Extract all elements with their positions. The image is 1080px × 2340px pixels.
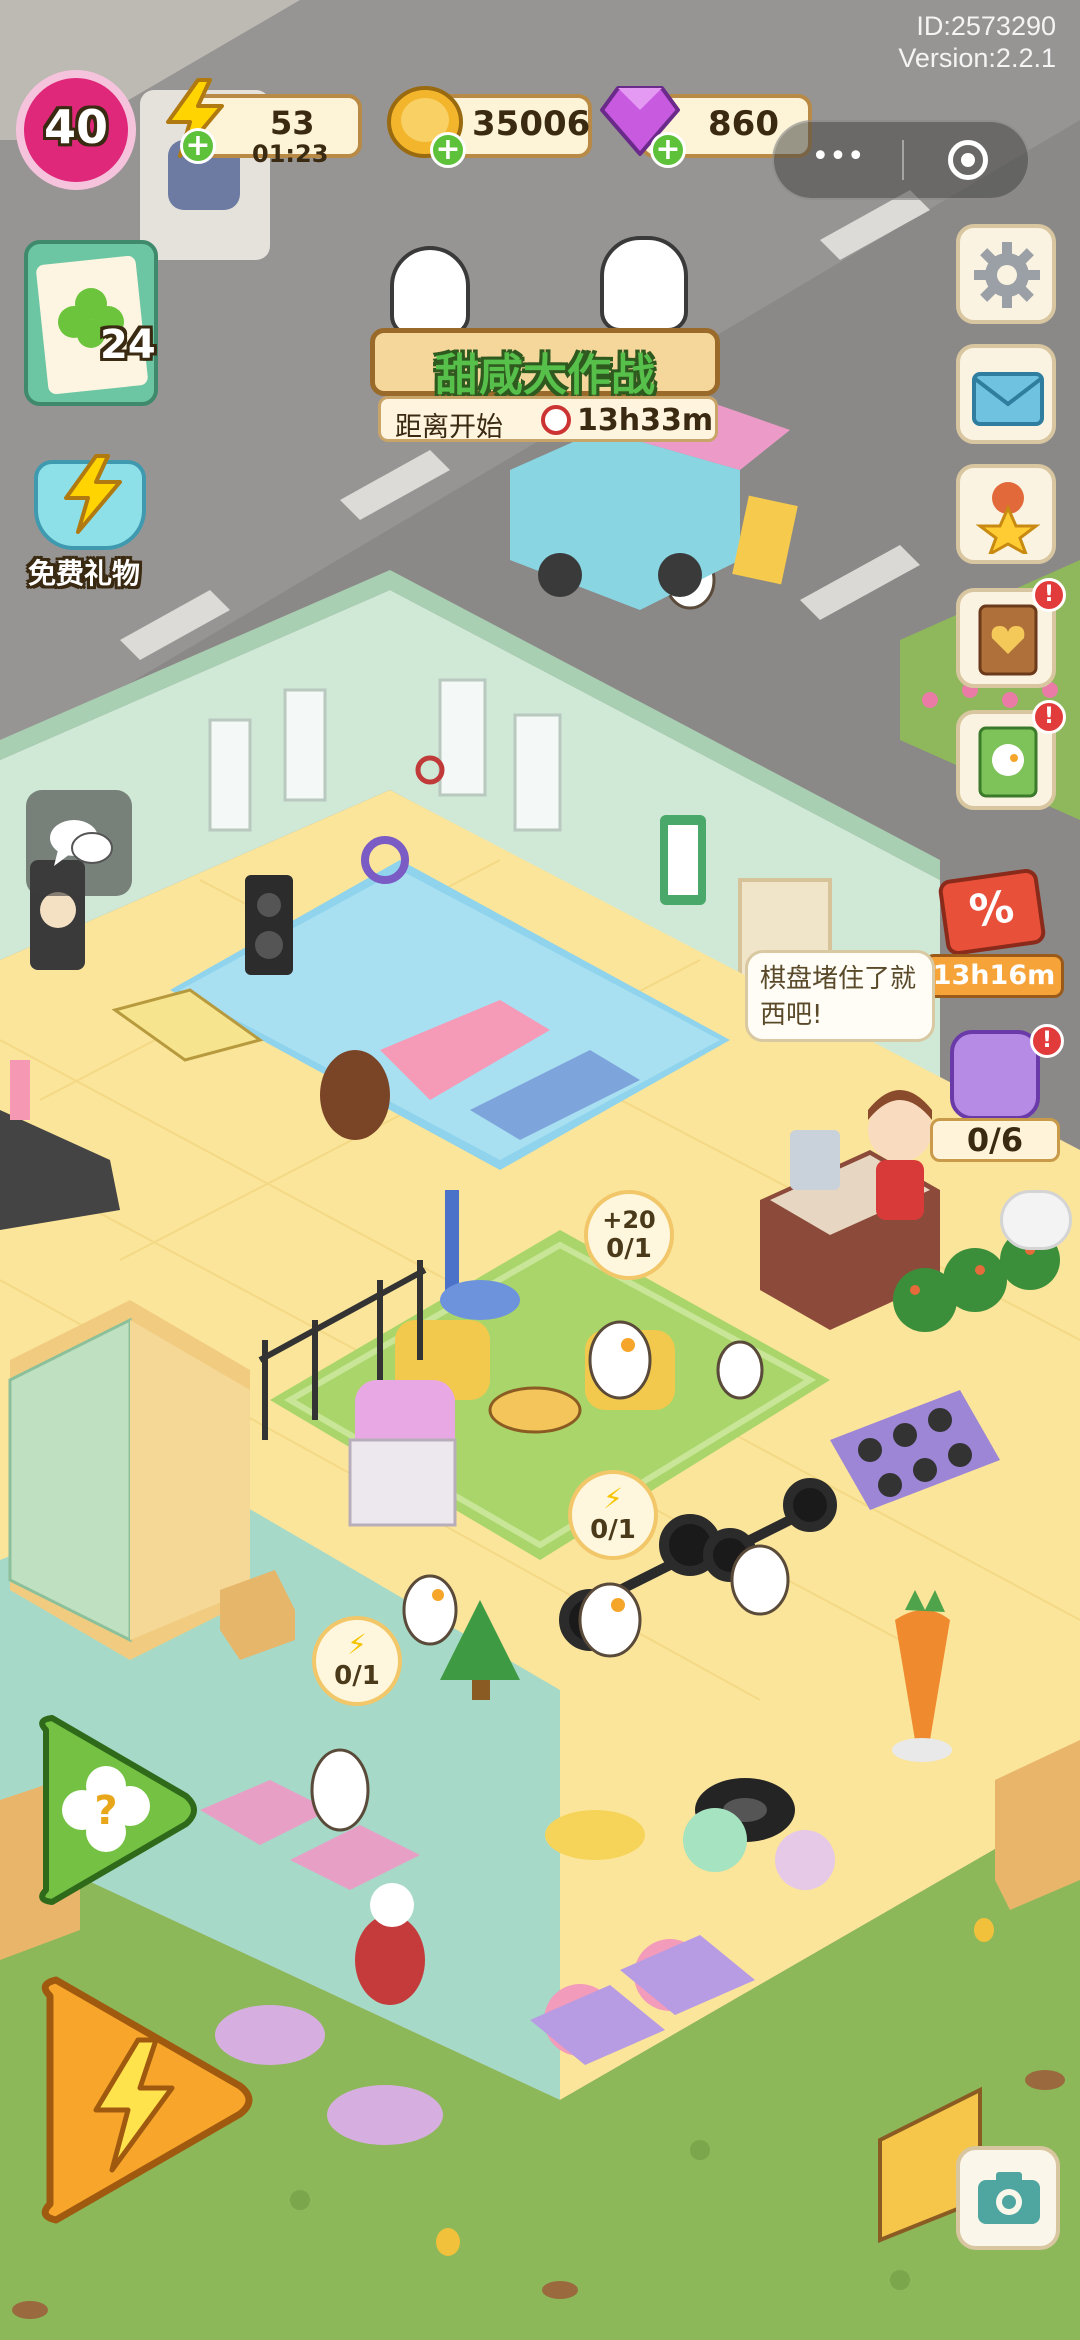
duck-album-alert-badge: ! [1032, 700, 1066, 734]
svg-text:?: ? [94, 1788, 117, 1834]
medal-icon [976, 482, 1040, 554]
sale-timer: 13h16m [924, 954, 1064, 998]
reward-bubble[interactable]: +20 0/1 [584, 1190, 674, 1280]
free-gift-label: 免费礼物 [28, 557, 141, 590]
thought-bubble-small [1000, 1190, 1072, 1250]
achievement-button[interactable] [956, 464, 1056, 564]
event-countdown: 距离开始 13h33m [378, 396, 718, 443]
energy-timer: 01:23 [252, 140, 329, 168]
close-mini-program-button[interactable] [904, 122, 1030, 198]
jar-icon [950, 1030, 1040, 1120]
collection-alert-badge: ! [1032, 578, 1066, 612]
bubble-lightning-icon: ⚡ [603, 1482, 623, 1515]
free-gift-button[interactable]: 免费礼物 [14, 440, 174, 600]
coin-value: 35006 [472, 104, 591, 144]
lightning-action-icon [41, 1976, 253, 2224]
reward-bubble-progress: 0/1 [606, 1234, 652, 1264]
energy-action-button[interactable] [26, 1970, 266, 2230]
gift-basket-icon [34, 454, 146, 550]
jar-progress: 0/6 [930, 1118, 1060, 1162]
mail-icon [972, 372, 1044, 426]
more-button[interactable]: ••• [774, 122, 902, 198]
heart-book-icon [978, 604, 1038, 676]
add-gems-button[interactable]: + [650, 132, 686, 168]
app-version: Version:2.2.1 [898, 43, 1056, 73]
event-mascot-right [600, 236, 688, 332]
energy-task-bubble-2[interactable]: ⚡ 0/1 [312, 1616, 402, 1706]
energy-task-bubble-2-progress: 0/1 [334, 1661, 380, 1691]
gear-icon [974, 242, 1040, 308]
help-button[interactable]: ? [26, 1710, 206, 1910]
sale-offer-button[interactable]: % 13h16m [920, 867, 1070, 1010]
duck-book-icon [978, 726, 1038, 798]
event-title-board: 甜咸大作战 [370, 328, 720, 401]
gem-value: 860 [708, 104, 779, 144]
sale-tag-icon: % [937, 867, 1047, 957]
reward-bubble-amount: +20 [602, 1206, 656, 1234]
speech-bubble: 棋盘堵住了就西吧! [745, 950, 935, 1042]
event-countdown-value: 13h33m [577, 403, 714, 438]
clock-icon [541, 405, 571, 435]
energy-value: 53 [270, 104, 315, 142]
event-banner[interactable]: 甜咸大作战 距离开始 13h33m [360, 236, 730, 446]
energy-task-bubble-1-progress: 0/1 [590, 1515, 636, 1545]
mail-button[interactable] [956, 344, 1056, 444]
camera-icon [978, 2172, 1040, 2224]
settings-button[interactable] [956, 224, 1056, 324]
help-flower-icon: ? [39, 1715, 197, 1905]
task-board-button[interactable]: 24 [24, 240, 158, 406]
speech-bubble-text: 棋盘堵住了就西吧! [760, 964, 917, 1030]
energy-task-bubble-1[interactable]: ⚡ 0/1 [568, 1470, 658, 1560]
add-energy-button[interactable]: + [180, 128, 216, 164]
level-badge[interactable]: 40 [16, 70, 136, 190]
event-title: 甜咸大作战 [435, 350, 655, 401]
event-countdown-label: 距离开始 [395, 412, 503, 443]
chat-icon [50, 820, 113, 866]
target-circle-icon [948, 140, 988, 180]
player-id: ID:2573290 [916, 11, 1056, 41]
bubble-lightning-icon-2: ⚡ [347, 1628, 367, 1661]
event-mascot-left [390, 246, 470, 336]
level-value: 40 [43, 100, 108, 154]
mini-program-capsule: ••• [772, 120, 1030, 200]
chat-button[interactable] [26, 790, 132, 896]
jar-alert-badge: ! [1030, 1024, 1064, 1058]
add-coins-button[interactable]: + [430, 132, 466, 168]
camera-button[interactable] [956, 2146, 1060, 2250]
task-count: 24 [100, 322, 156, 368]
